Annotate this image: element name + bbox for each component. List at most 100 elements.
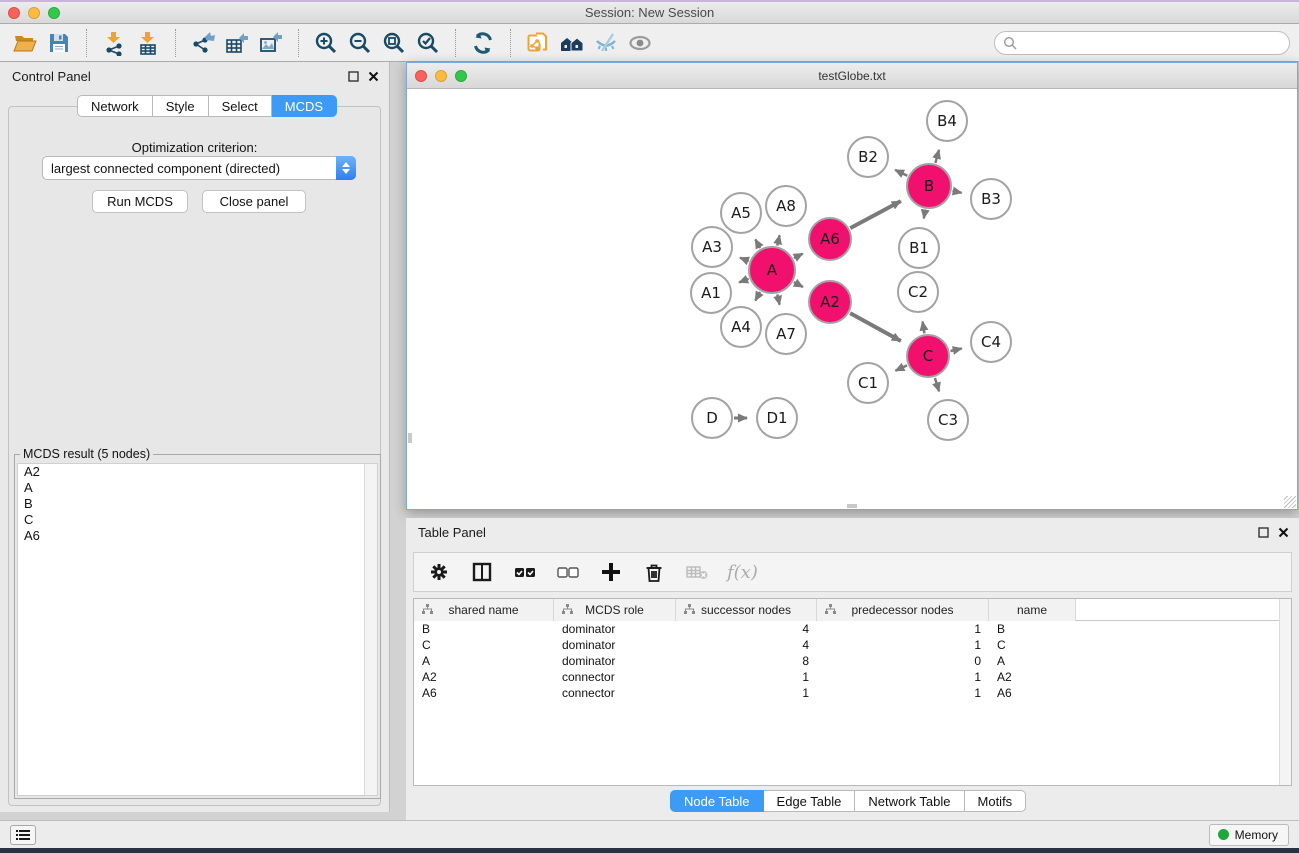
graph-edge-B-B1[interactable] xyxy=(924,210,925,219)
resize-handle-left[interactable] xyxy=(408,433,412,443)
export-image-icon[interactable] xyxy=(254,27,288,59)
export-network-icon[interactable] xyxy=(186,27,220,59)
mcds-result-item[interactable]: A2 xyxy=(18,464,377,480)
network-window-titlebar[interactable]: testGlobe.txt xyxy=(407,63,1297,89)
mcds-result-item[interactable]: A xyxy=(18,480,377,496)
table-row[interactable]: Bdominator41B xyxy=(414,621,1291,637)
column-header-predecessor-nodes[interactable]: predecessor nodes xyxy=(817,599,989,621)
graph-edge-C-C3[interactable] xyxy=(935,378,939,391)
function-builder-icon[interactable]: f(x) xyxy=(727,562,758,583)
column-header-shared-name[interactable]: shared name xyxy=(414,599,554,621)
hierarchy-icon xyxy=(562,604,573,615)
mcds-result-item[interactable]: A6 xyxy=(18,528,377,544)
save-session-icon[interactable] xyxy=(42,27,76,59)
search-input[interactable] xyxy=(994,31,1290,55)
graph-edge-A6-B[interactable] xyxy=(850,201,901,228)
zoom-selected-icon[interactable] xyxy=(411,27,445,59)
table-cell: 0 xyxy=(817,654,989,668)
table-cell: 1 xyxy=(817,638,989,652)
graph-edge-A-A3[interactable] xyxy=(740,258,749,261)
zoom-in-icon[interactable] xyxy=(309,27,343,59)
refresh-layout-icon[interactable] xyxy=(466,27,500,59)
task-history-icon[interactable] xyxy=(10,825,36,845)
graph-node-label: C1 xyxy=(858,374,878,392)
close-panel-icon[interactable] xyxy=(368,71,379,82)
hide-selected-icon[interactable] xyxy=(589,27,623,59)
close-panel-button[interactable]: Close panel xyxy=(202,190,306,213)
graph-edge-A-A7[interactable] xyxy=(777,294,779,304)
graph-edge-A-A2[interactable] xyxy=(794,282,803,287)
column-header-name[interactable]: name xyxy=(989,599,1076,621)
graph-node-label: C3 xyxy=(938,411,958,429)
zoom-fit-icon[interactable] xyxy=(377,27,411,59)
run-mcds-button[interactable]: Run MCDS xyxy=(92,190,188,213)
graph-edge-A-A1[interactable] xyxy=(739,279,749,283)
tab-style[interactable]: Style xyxy=(153,95,209,117)
table-cell: A6 xyxy=(414,686,554,700)
export-table-icon[interactable] xyxy=(220,27,254,59)
import-table-icon[interactable] xyxy=(131,27,165,59)
mcds-list-scrollbar[interactable] xyxy=(364,464,377,795)
graph-edge-A-A4[interactable] xyxy=(755,292,760,301)
graph-edge-C-C4[interactable] xyxy=(951,349,962,352)
table-cell: dominator xyxy=(554,638,676,652)
tab-network[interactable]: Network xyxy=(77,95,153,117)
app-window: Session: New Session xyxy=(0,0,1299,853)
network-canvas[interactable]: B4B2BB3A8A5A6B1A3AC2A1A2A4A7C4CC1C3DD1 xyxy=(407,89,1297,509)
graph-edge-B-B3[interactable] xyxy=(953,191,962,193)
main-toolbar xyxy=(0,24,1299,62)
network-window: testGlobe.txt B4B2BB3A8A5A6B1A3AC2A1A2A4… xyxy=(406,62,1298,510)
deselect-all-icon[interactable] xyxy=(555,559,581,585)
table-settings-icon[interactable] xyxy=(426,559,452,585)
tab-select[interactable]: Select xyxy=(209,95,272,117)
graph-edge-C-C1[interactable] xyxy=(895,365,907,370)
split-columns-icon[interactable] xyxy=(469,559,495,585)
optimization-dropdown[interactable]: largest connected component (directed) xyxy=(42,156,356,180)
mcds-result-item[interactable]: B xyxy=(18,496,377,512)
tab-motifs[interactable]: Motifs xyxy=(965,790,1027,812)
table-scrollbar[interactable] xyxy=(1279,599,1291,785)
graph-edge-A2-C[interactable] xyxy=(850,313,901,341)
float-panel-icon[interactable] xyxy=(348,71,359,82)
graph-edge-A-A8[interactable] xyxy=(777,235,779,245)
toolbar-separator xyxy=(86,29,87,57)
graph-edge-A-A5[interactable] xyxy=(755,239,760,248)
graph-edge-B-B2[interactable] xyxy=(895,170,907,176)
delete-row-icon[interactable] xyxy=(641,559,667,585)
import-network-icon[interactable] xyxy=(97,27,131,59)
add-row-icon[interactable] xyxy=(598,559,624,585)
resize-handle-bottom[interactable] xyxy=(847,504,857,508)
float-panel-icon[interactable] xyxy=(1258,527,1269,538)
tab-network-table[interactable]: Network Table xyxy=(855,790,964,812)
mcds-result-item[interactable]: C xyxy=(18,512,377,528)
tab-mcds[interactable]: MCDS xyxy=(272,95,337,117)
zoom-out-icon[interactable] xyxy=(343,27,377,59)
node-table: shared nameMCDS rolesuccessor nodesprede… xyxy=(413,598,1292,786)
table-row[interactable]: Cdominator41C xyxy=(414,637,1291,653)
select-all-icon[interactable] xyxy=(512,559,538,585)
tab-edge-table[interactable]: Edge Table xyxy=(764,790,856,812)
preferred-layout-icon[interactable] xyxy=(555,27,589,59)
control-panel-tabs: NetworkStyleSelectMCDS xyxy=(77,95,337,117)
table-cell: C xyxy=(414,638,554,652)
toolbar-separator xyxy=(298,29,299,57)
first-neighbors-icon[interactable] xyxy=(521,27,555,59)
memory-button[interactable]: Memory xyxy=(1209,824,1289,846)
resize-grip[interactable] xyxy=(1284,496,1296,508)
graph-edge-C-C2[interactable] xyxy=(923,322,925,334)
close-panel-icon[interactable] xyxy=(1278,527,1289,538)
table-row[interactable]: A6connector11A6 xyxy=(414,685,1291,701)
graph-node-label: B1 xyxy=(909,239,929,257)
table-row[interactable]: A2connector11A2 xyxy=(414,669,1291,685)
tab-node-table[interactable]: Node Table xyxy=(670,790,764,812)
open-session-icon[interactable] xyxy=(8,27,42,59)
show-all-icon[interactable] xyxy=(623,27,657,59)
delete-table-icon[interactable] xyxy=(684,559,710,585)
graph-edge-A-A6[interactable] xyxy=(794,254,803,259)
column-header-successor-nodes[interactable]: successor nodes xyxy=(676,599,817,621)
column-header-MCDS-role[interactable]: MCDS role xyxy=(554,599,676,621)
table-row[interactable]: Adominator80A xyxy=(414,653,1291,669)
graph-edge-B-B4[interactable] xyxy=(935,150,939,163)
app-titlebar: Session: New Session xyxy=(0,2,1299,24)
graph-node-label: A7 xyxy=(776,325,796,343)
